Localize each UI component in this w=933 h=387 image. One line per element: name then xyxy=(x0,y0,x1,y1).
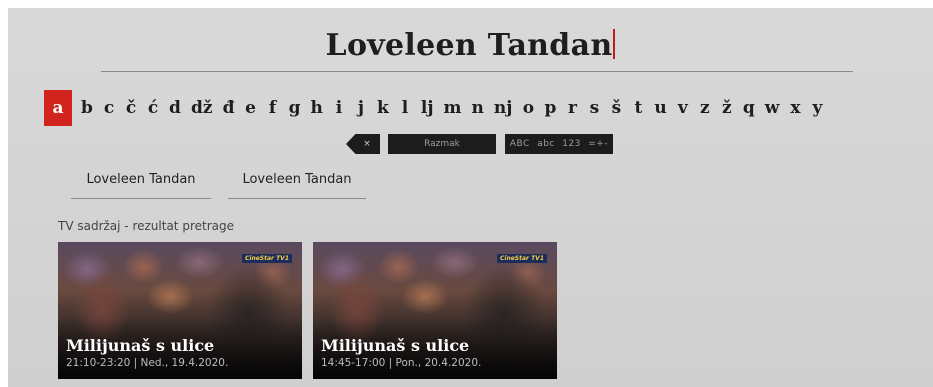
key-a[interactable]: a xyxy=(44,90,72,126)
key-lj[interactable]: lj xyxy=(416,90,439,126)
result-card[interactable]: CineStar TV1 Milijunaš s ulice 14:45-17:… xyxy=(313,242,557,379)
key-b[interactable]: b xyxy=(76,90,98,126)
channel-logo: CineStar TV1 xyxy=(242,254,292,263)
key-u[interactable]: u xyxy=(649,90,671,126)
key-c[interactable]: c xyxy=(98,90,120,126)
key-š[interactable]: š xyxy=(605,90,627,126)
key-j[interactable]: j xyxy=(350,90,372,126)
input-mode-key[interactable]: ABC abc 123 =+- xyxy=(505,134,613,154)
key-nj[interactable]: nj xyxy=(489,90,518,126)
channel-logo: CineStar TV1 xyxy=(497,254,547,263)
key-p[interactable]: p xyxy=(539,90,561,126)
results-section-title: TV sadržaj - rezultat pretrage xyxy=(58,219,234,233)
key-dž[interactable]: dž xyxy=(186,90,218,126)
result-card[interactable]: CineStar TV1 Milijunaš s ulice 21:10-23:… xyxy=(58,242,302,379)
key-đ[interactable]: đ xyxy=(218,90,240,126)
key-e[interactable]: e xyxy=(240,90,262,126)
key-m[interactable]: m xyxy=(439,90,467,126)
key-z[interactable]: z xyxy=(694,90,716,126)
key-r[interactable]: r xyxy=(561,90,583,126)
key-f[interactable]: f xyxy=(262,90,284,126)
key-l[interactable]: l xyxy=(394,90,416,126)
space-key[interactable]: Razmak xyxy=(388,134,496,154)
key-v[interactable]: v xyxy=(672,90,694,126)
search-query[interactable]: Loveleen Tandan xyxy=(8,28,933,63)
key-k[interactable]: k xyxy=(372,90,394,126)
search-screen: Loveleen Tandan a b c č ć d dž đ e f g h i j k l lj m n nj o… xyxy=(8,8,933,387)
key-h[interactable]: h xyxy=(306,90,328,126)
program-time: 21:10-23:20 | Ned., 19.4.2020. xyxy=(66,357,229,369)
letter-keyboard: a b c č ć d dž đ e f g h i j k l lj m n nj o p r s š t u v z ž q w x y xyxy=(44,90,828,126)
key-y[interactable]: y xyxy=(806,90,828,126)
backspace-key[interactable]: × xyxy=(346,134,380,154)
key-w[interactable]: w xyxy=(760,90,785,126)
key-x[interactable]: x xyxy=(784,90,806,126)
key-č[interactable]: č xyxy=(120,90,142,126)
backspace-icon: × xyxy=(363,139,371,149)
key-d[interactable]: d xyxy=(164,90,186,126)
program-time: 14:45-17:00 | Pon., 20.4.2020. xyxy=(321,357,482,369)
key-s[interactable]: s xyxy=(583,90,605,126)
search-query-text: Loveleen Tandan xyxy=(325,28,613,63)
text-cursor xyxy=(613,29,616,59)
suggestion-item[interactable]: Loveleen Tandan xyxy=(228,168,366,199)
key-o[interactable]: o xyxy=(517,90,539,126)
key-ž[interactable]: ž xyxy=(716,90,738,126)
key-t[interactable]: t xyxy=(627,90,649,126)
key-i[interactable]: i xyxy=(328,90,350,126)
keyboard-controls: × Razmak ABC abc 123 =+- xyxy=(8,134,933,154)
program-title: Milijunaš s ulice xyxy=(321,336,470,355)
search-underline xyxy=(101,71,853,72)
suggestion-item[interactable]: Loveleen Tandan xyxy=(71,168,211,199)
key-g[interactable]: g xyxy=(284,90,306,126)
program-title: Milijunaš s ulice xyxy=(66,336,215,355)
key-q[interactable]: q xyxy=(738,90,760,126)
key-ć[interactable]: ć xyxy=(142,90,164,126)
key-n[interactable]: n xyxy=(467,90,489,126)
